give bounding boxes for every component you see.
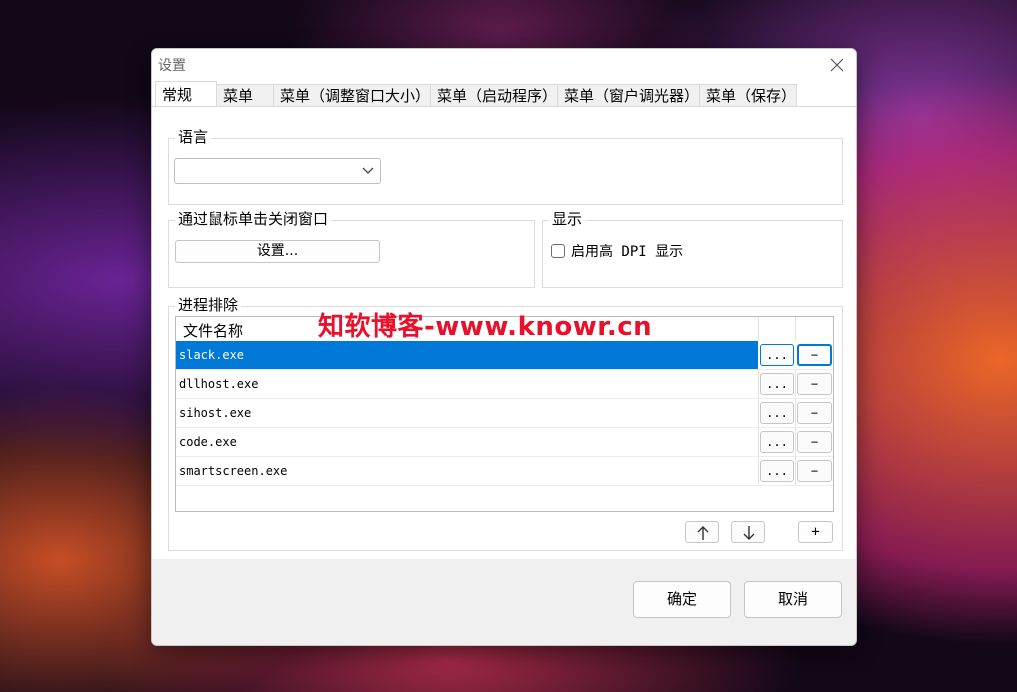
column-separator [795,457,796,485]
language-select[interactable] [174,158,381,184]
column-separator [795,317,796,341]
watermark-text: 知软博客-www.knowr.cn [318,312,653,342]
close-button[interactable] [822,53,852,77]
process-name: slack.exe [179,348,245,362]
remove-button[interactable]: − [797,373,832,395]
table-row[interactable]: smartscreen.exe ... − [176,457,833,486]
process-name: sihost.exe [179,406,252,420]
ok-button[interactable]: 确定 [633,581,731,618]
arrow-up-icon [697,526,709,540]
close-click-settings-button[interactable]: 设置... [175,240,380,263]
remove-button[interactable]: − [797,344,832,366]
remove-button[interactable]: − [797,431,832,453]
browse-button[interactable]: ... [760,373,794,395]
close-click-group-label: 通过鼠标单击关闭窗口 [175,210,332,228]
chevron-down-icon [362,167,374,174]
tab-strip: 常规 菜单 菜单（调整窗口大小） 菜单（启动程序） 菜单（窗户调光器） 菜单（保… [152,81,856,107]
add-process-button[interactable]: + [798,521,833,543]
column-separator [758,317,759,341]
display-group-label: 显示 [549,210,586,228]
tab-menu-launch[interactable]: 菜单（启动程序） [430,84,558,106]
browse-button[interactable]: ... [760,402,794,424]
column-separator [758,428,759,456]
settings-dialog: 设置 常规 菜单 菜单（调整窗口大小） 菜单（启动程序） 菜单（窗户调光器） 菜… [151,48,857,646]
column-separator [758,457,759,485]
column-separator [795,428,796,456]
table-row[interactable]: sihost.exe ... − [176,399,833,428]
column-separator [795,370,796,398]
table-row[interactable]: dllhost.exe ... − [176,370,833,399]
column-separator [758,370,759,398]
remove-button[interactable]: − [797,460,832,482]
title-bar: 设置 [152,49,856,81]
process-exclusion-table: 文件名称 slack.exe ... − dllhost.exe ... − s… [175,316,834,512]
browse-button[interactable]: ... [760,344,794,366]
table-row[interactable]: slack.exe ... − [176,341,833,370]
close-icon [830,58,844,72]
tab-general[interactable]: 常规 [155,81,217,107]
browse-button[interactable]: ... [760,431,794,453]
process-name: dllhost.exe [179,377,259,391]
browse-button[interactable]: ... [760,460,794,482]
tab-menu-resize[interactable]: 菜单（调整窗口大小） [273,84,431,106]
column-separator [758,399,759,427]
cancel-button[interactable]: 取消 [744,581,842,618]
move-up-button[interactable] [685,521,719,543]
high-dpi-checkbox-row[interactable]: 启用高 DPI 显示 [551,241,683,261]
tab-menu[interactable]: 菜单 [216,84,274,106]
process-name: smartscreen.exe [179,464,288,478]
process-name: code.exe [179,435,237,449]
column-header-filename: 文件名称 [183,322,244,340]
column-separator [795,399,796,427]
process-exclusion-group-label: 进程排除 [175,296,242,314]
arrow-down-icon [743,526,755,540]
window-title: 设置 [158,58,186,74]
tab-menu-save[interactable]: 菜单（保存） [699,84,797,106]
language-group-label: 语言 [175,128,212,146]
tab-menu-dimmer[interactable]: 菜单（窗户调光器） [557,84,700,106]
remove-button[interactable]: − [797,402,832,424]
move-down-button[interactable] [731,521,765,543]
table-row[interactable]: code.exe ... − [176,428,833,457]
high-dpi-checkbox-label: 启用高 DPI 显示 [571,244,684,260]
high-dpi-checkbox[interactable] [551,244,565,258]
